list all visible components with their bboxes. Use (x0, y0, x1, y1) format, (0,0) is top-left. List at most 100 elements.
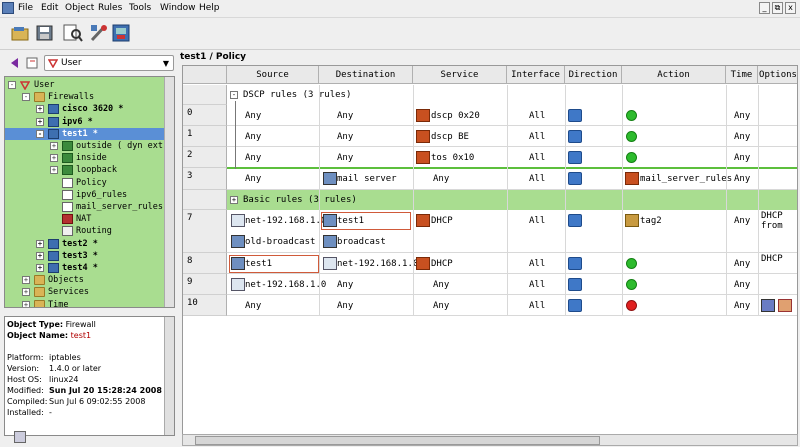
horizontal-scrollbar[interactable] (182, 434, 798, 446)
expand-icon[interactable]: + (22, 300, 30, 307)
expand-icon[interactable]: + (36, 264, 44, 272)
expand-icon[interactable]: + (50, 166, 58, 175)
expand-icon[interactable]: + (36, 239, 44, 248)
destination-object[interactable]: Any (337, 152, 353, 164)
expand-icon[interactable]: + (36, 117, 44, 126)
time-value[interactable]: Any (734, 110, 750, 122)
interface-value[interactable]: All (529, 300, 545, 312)
expand-icon[interactable]: + (230, 196, 238, 204)
column-header[interactable]: Interface (507, 66, 565, 84)
column-header[interactable]: Direction (565, 66, 622, 84)
time-value[interactable]: Any (734, 152, 750, 164)
tree-item[interactable]: Policy (5, 177, 166, 189)
service-object[interactable]: dscp 0x20 (431, 110, 480, 122)
destination-object[interactable]: Any (337, 279, 353, 291)
column-header[interactable]: Source (227, 66, 319, 84)
direction-both-icon[interactable] (568, 109, 582, 122)
tree-item[interactable]: ipv6_rules (5, 189, 166, 201)
expand-icon[interactable]: + (22, 276, 30, 285)
service-object[interactable]: dscp BE (431, 131, 469, 143)
compile-icon[interactable] (88, 22, 110, 44)
collapse-icon[interactable]: - (22, 93, 30, 102)
direction-both-icon[interactable] (568, 278, 582, 291)
destination-object[interactable]: broadcast (337, 236, 386, 248)
tree-item[interactable]: + Time (5, 299, 166, 307)
service-object[interactable]: DHCP (431, 258, 453, 270)
tree-item[interactable]: + inside (5, 152, 166, 164)
restore-button[interactable]: ⧉ (772, 2, 783, 14)
open-icon[interactable] (10, 22, 32, 44)
service-object[interactable]: tos 0x10 (431, 152, 474, 164)
source-object[interactable]: Any (245, 152, 261, 164)
interface-value[interactable]: All (529, 110, 545, 122)
tree-item[interactable]: + ipv6 * (5, 116, 166, 128)
tree-item[interactable]: + test3 * (5, 250, 166, 262)
direction-both-icon[interactable] (568, 257, 582, 270)
time-value[interactable]: Any (734, 279, 750, 291)
accept-icon[interactable] (626, 110, 637, 121)
source-object[interactable]: old-broadcast (245, 236, 315, 248)
menu-file[interactable]: File (18, 3, 33, 13)
tree-item[interactable]: + outside ( dyn ext) (5, 140, 168, 152)
menu-object[interactable]: Object (65, 3, 94, 13)
tree-item[interactable]: + Objects (5, 274, 166, 286)
direction-both-icon[interactable] (568, 299, 582, 312)
service-object[interactable]: DHCP (431, 215, 453, 227)
interface-value[interactable]: All (529, 173, 545, 185)
column-header[interactable]: Action (622, 66, 726, 84)
destination-object[interactable]: Any (337, 131, 353, 143)
source-object[interactable]: Any (245, 300, 261, 312)
rule-group-header[interactable]: - DSCP rules (3 rules) (227, 85, 797, 105)
time-value[interactable]: Any (734, 131, 750, 143)
collapse-icon[interactable]: - (8, 81, 16, 89)
library-dropdown[interactable]: User ▼ (44, 55, 174, 71)
source-object[interactable]: Any (245, 173, 261, 185)
menu-edit[interactable]: Edit (41, 3, 58, 13)
accept-icon[interactable] (626, 279, 637, 290)
menu-help[interactable]: Help (199, 3, 220, 13)
direction-both-icon[interactable] (568, 214, 582, 227)
rule-group-header[interactable]: + Basic rules (3 rules) (227, 190, 797, 210)
tag-icon[interactable] (625, 214, 639, 227)
tree-item[interactable]: - Firewalls (5, 91, 166, 103)
tree-item[interactable]: + test4 * (5, 262, 166, 274)
destination-object[interactable]: net-192.168.1.0 (337, 258, 418, 270)
direction-both-icon[interactable] (568, 172, 582, 185)
tree-item[interactable]: mail_server_rules (5, 201, 166, 213)
time-value[interactable]: Any (734, 300, 750, 312)
accept-icon[interactable] (626, 152, 637, 163)
column-header[interactable]: Service (413, 66, 507, 84)
tree-item[interactable]: + Services (5, 286, 166, 298)
time-value[interactable]: Any (734, 215, 750, 227)
tree-item[interactable]: NAT (5, 213, 166, 225)
service-object[interactable]: Any (433, 173, 449, 185)
collapse-icon[interactable]: - (36, 129, 44, 138)
tree-item[interactable]: + test2 * (5, 238, 166, 250)
tree-item[interactable]: - User (5, 79, 166, 91)
tree-item[interactable]: + loopback (5, 164, 166, 176)
menu-rules[interactable]: Rules (98, 3, 122, 13)
menu-tools[interactable]: Tools (129, 3, 151, 13)
column-header[interactable]: Destination (319, 66, 413, 84)
time-value[interactable]: Any (734, 173, 750, 185)
back-icon[interactable] (8, 56, 22, 70)
collapse-icon[interactable]: - (230, 91, 238, 99)
expand-icon[interactable]: + (22, 288, 30, 297)
expand-icon[interactable]: + (50, 142, 58, 150)
find-icon[interactable] (62, 22, 84, 44)
interface-value[interactable]: All (529, 152, 545, 164)
deny-icon[interactable] (626, 300, 637, 311)
destination-object[interactable]: Any (337, 300, 353, 312)
destination-object[interactable]: mail server (337, 173, 397, 185)
tree-item[interactable]: + cisco 3620 * (5, 103, 166, 115)
close-button[interactable]: x (785, 2, 796, 14)
source-object[interactable]: net-192.168.1.0 (245, 279, 326, 291)
tree-item[interactable]: Routing (5, 225, 166, 237)
accept-icon[interactable] (626, 258, 637, 269)
branch-icon[interactable] (625, 172, 639, 185)
interface-value[interactable]: All (529, 215, 545, 227)
interface-value[interactable]: All (529, 258, 545, 270)
tree-scrollbar[interactable] (164, 77, 174, 307)
install-icon[interactable] (110, 22, 132, 44)
time-value[interactable]: Any (734, 258, 750, 270)
